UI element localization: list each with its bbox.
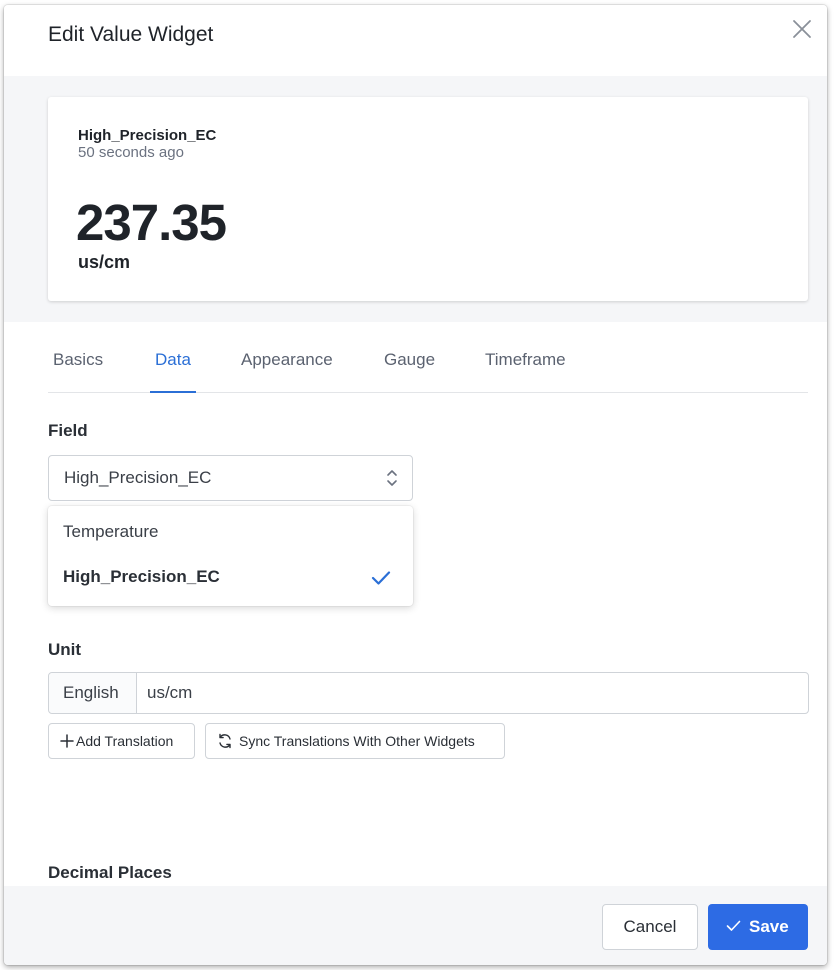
plus-icon bbox=[60, 734, 74, 748]
tab-appearance[interactable]: Appearance bbox=[241, 350, 333, 370]
field-option-temperature[interactable]: Temperature bbox=[48, 510, 413, 555]
field-dropdown-menu: Temperature High_Precision_EC bbox=[48, 506, 413, 606]
close-button[interactable] bbox=[788, 15, 816, 43]
dialog-body: High_Precision_EC 50 seconds ago 237.35 … bbox=[4, 76, 827, 939]
chevron-up-down-icon bbox=[387, 470, 397, 486]
option-label: High_Precision_EC bbox=[63, 567, 220, 586]
unit-language-addon: English bbox=[49, 673, 137, 713]
edit-widget-dialog: Edit Value Widget High_Precision_EC 50 s… bbox=[4, 5, 827, 965]
unit-label: Unit bbox=[48, 640, 82, 659]
tab-gauge[interactable]: Gauge bbox=[384, 350, 435, 370]
tab-basics[interactable]: Basics bbox=[53, 350, 103, 370]
tab-timeframe[interactable]: Timeframe bbox=[485, 350, 566, 370]
add-translation-label: Add Translation bbox=[76, 733, 174, 749]
field-select-value: High_Precision_EC bbox=[64, 468, 212, 487]
dialog-header: Edit Value Widget bbox=[4, 5, 827, 76]
active-tab-indicator bbox=[150, 391, 196, 393]
check-icon bbox=[371, 571, 391, 585]
dialog-footer: Cancel Save bbox=[4, 886, 827, 965]
tab-data[interactable]: Data bbox=[155, 350, 191, 370]
field-label: Field bbox=[48, 421, 88, 440]
preview-field-name: High_Precision_EC bbox=[78, 127, 217, 144]
preview-area: High_Precision_EC 50 seconds ago 237.35 … bbox=[4, 76, 827, 322]
sync-icon bbox=[219, 733, 231, 749]
check-icon bbox=[726, 920, 741, 931]
field-option-high-precision-ec[interactable]: High_Precision_EC bbox=[48, 555, 413, 600]
field-select[interactable]: High_Precision_EC bbox=[48, 455, 413, 501]
preview-timestamp: 50 seconds ago bbox=[78, 144, 184, 161]
widget-preview-card: High_Precision_EC 50 seconds ago 237.35 … bbox=[48, 97, 808, 301]
save-button[interactable]: Save bbox=[708, 904, 808, 950]
decimal-places-label: Decimal Places bbox=[48, 863, 172, 882]
close-icon bbox=[793, 20, 811, 38]
preview-unit: us/cm bbox=[78, 252, 131, 272]
preview-value: 237.35 bbox=[76, 194, 227, 251]
option-label: Temperature bbox=[63, 522, 159, 541]
save-label: Save bbox=[749, 917, 789, 936]
add-translation-button[interactable]: Add Translation bbox=[48, 723, 195, 759]
unit-input[interactable] bbox=[138, 673, 808, 713]
unit-input-group: English bbox=[48, 672, 809, 714]
cancel-button[interactable]: Cancel bbox=[602, 904, 698, 950]
sync-translations-button[interactable]: Sync Translations With Other Widgets bbox=[205, 723, 505, 759]
sync-translations-label: Sync Translations With Other Widgets bbox=[239, 733, 475, 749]
unit-language: English bbox=[63, 683, 119, 702]
tab-bar: Basics Data Appearance Gauge Timeframe bbox=[48, 336, 808, 393]
dialog-title: Edit Value Widget bbox=[48, 23, 214, 46]
